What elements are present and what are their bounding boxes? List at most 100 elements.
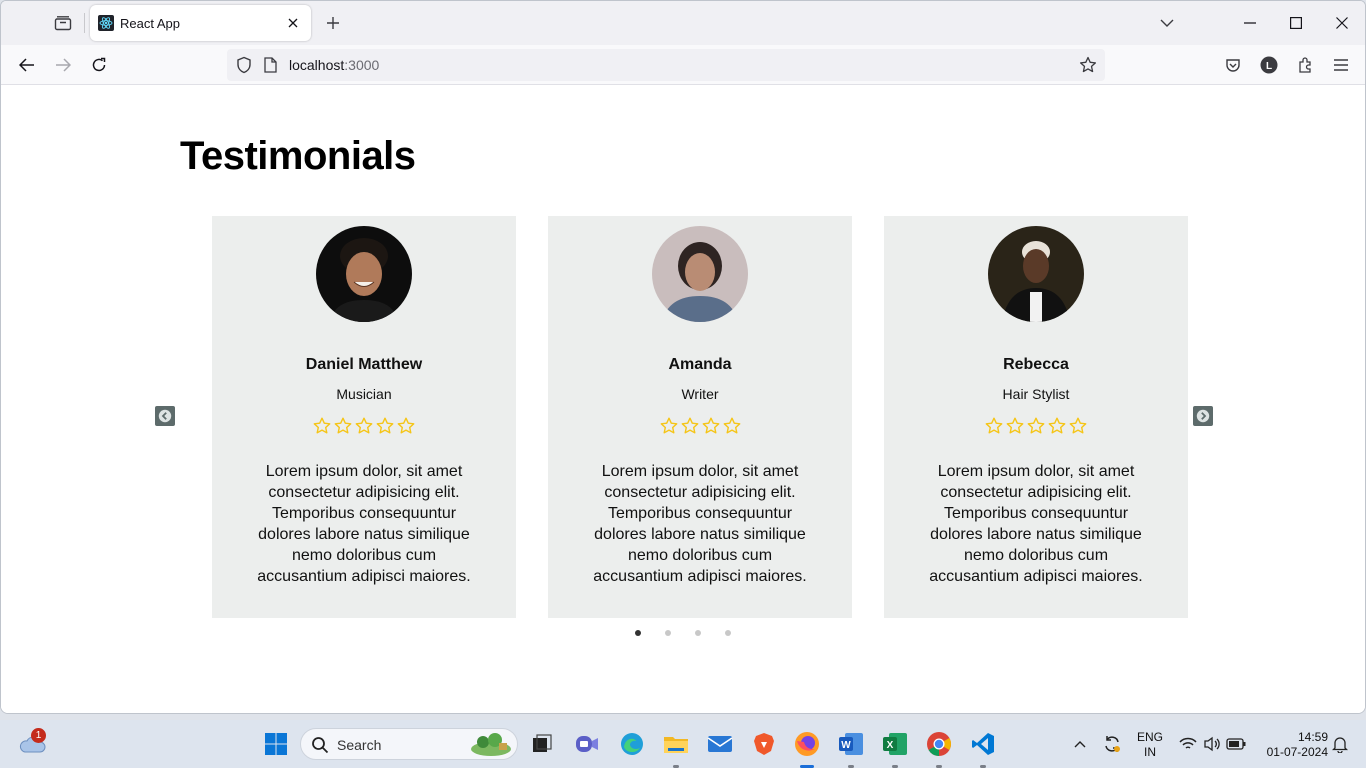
carousel-dot[interactable]: [665, 630, 671, 636]
extensions-icon[interactable]: [1291, 51, 1319, 79]
star-icon: [1069, 417, 1087, 434]
teams-meet-icon[interactable]: [571, 728, 603, 760]
testimonial-card: Daniel Matthew Musician Lorem ipsum dolo…: [212, 216, 516, 618]
firefox-icon[interactable]: [791, 728, 823, 760]
avatar: [988, 226, 1084, 322]
star-icon: [313, 417, 331, 434]
carousel-next-arrow[interactable]: [1193, 406, 1213, 426]
star-icon: [334, 417, 352, 434]
brave-browser-icon[interactable]: [748, 728, 780, 760]
star-icon: [1048, 417, 1066, 434]
excel-icon[interactable]: X: [879, 728, 911, 760]
search-label: Search: [337, 737, 382, 753]
windows-start-icon[interactable]: [260, 728, 292, 760]
testimonial-card: Rebecca Hair Stylist Lorem ipsum dolor, …: [884, 216, 1188, 618]
new-tab-button[interactable]: [321, 11, 345, 35]
star-icon: [1027, 417, 1045, 434]
maximize-icon[interactable]: [1282, 9, 1310, 37]
close-window-icon[interactable]: [1328, 9, 1356, 37]
language-code: ENG: [1136, 730, 1163, 744]
url-host: localhost: [289, 57, 345, 73]
tab-bar: React App: [1, 1, 1365, 45]
carousel-dot[interactable]: [635, 630, 641, 636]
react-icon: [98, 15, 114, 31]
mail-icon[interactable]: [704, 728, 736, 760]
reload-icon[interactable]: [85, 51, 113, 79]
firefox-view-icon[interactable]: [51, 11, 75, 35]
edge-browser-icon[interactable]: [616, 728, 648, 760]
search-highlight-icon: [469, 731, 513, 762]
testimonial-text: Lorem ipsum dolor, sit amet consectetur …: [593, 463, 807, 585]
weather-notification-badge: 1: [31, 728, 46, 743]
tab-title: React App: [120, 15, 180, 31]
battery-icon[interactable]: [1220, 728, 1252, 760]
carousel-dot[interactable]: [695, 630, 701, 636]
search-icon: [311, 736, 329, 759]
star-icon: [702, 417, 719, 434]
carousel-prev-arrow[interactable]: [155, 406, 175, 426]
clock-date: 01-07-2024: [1266, 745, 1328, 759]
testimonial-role: Hair Stylist: [1002, 386, 1070, 402]
star-rating: [212, 417, 516, 435]
chevron-left-icon: [158, 409, 172, 423]
testimonial-text: Lorem ipsum dolor, sit amet consectetur …: [929, 463, 1143, 585]
testimonial-name: Daniel Matthew: [305, 356, 423, 373]
chevron-up-icon[interactable]: [1064, 728, 1096, 760]
notification-bell-icon[interactable]: [1324, 728, 1356, 760]
star-icon: [355, 417, 373, 434]
star-icon: [1006, 417, 1024, 434]
chrome-icon[interactable]: [923, 728, 955, 760]
forward-arrow-icon[interactable]: [49, 51, 77, 79]
page-content: Testimonials Daniel Matthew Musician Lor…: [1, 86, 1365, 713]
svg-text:W: W: [841, 740, 851, 751]
file-explorer-icon[interactable]: [660, 728, 692, 760]
tracking-protection-shield-icon[interactable]: [235, 55, 253, 75]
sync-update-icon[interactable]: [1096, 728, 1128, 760]
star-icon: [985, 417, 1003, 434]
testimonial-text: Lorem ipsum dolor, sit amet consectetur …: [257, 463, 471, 585]
testimonial-role: Musician: [336, 386, 392, 402]
input-language[interactable]: ENG IN: [1134, 730, 1166, 760]
address-bar[interactable]: localhost:3000: [227, 49, 1105, 81]
pocket-icon[interactable]: [1219, 51, 1247, 79]
star-rating: [884, 417, 1188, 435]
list-all-tabs-icon[interactable]: [1153, 9, 1181, 37]
url-text[interactable]: localhost:3000: [289, 57, 379, 73]
testimonial-name: Amanda: [668, 356, 732, 373]
tab-separator: [84, 13, 85, 33]
svg-text:L: L: [1266, 61, 1272, 72]
taskbar: Search W X ENG IN 14:59 01-07-2024: [0, 720, 1366, 768]
testimonial-card: Amanda Writer Lorem ipsum dolor, sit ame…: [548, 216, 852, 618]
carousel-dots: [635, 630, 731, 636]
avatar: [652, 226, 748, 322]
bookmark-star-icon[interactable]: [1077, 54, 1099, 76]
account-avatar-icon[interactable]: L: [1255, 51, 1283, 79]
star-rating: [548, 417, 852, 435]
navigation-bar: localhost:3000 L: [1, 45, 1365, 85]
svg-text:X: X: [887, 740, 894, 751]
vscode-icon[interactable]: [967, 728, 999, 760]
close-icon[interactable]: [283, 13, 303, 33]
tab-react-app[interactable]: React App: [90, 5, 311, 41]
avatar: [316, 226, 412, 322]
url-port: :3000: [344, 57, 380, 73]
task-view-icon[interactable]: [526, 728, 558, 760]
browser-window: React App localhost:3000 L Testimonials …: [0, 0, 1366, 714]
testimonial-name: Rebecca: [1003, 356, 1069, 373]
taskbar-search-box[interactable]: Search: [300, 728, 518, 760]
star-icon: [660, 417, 677, 434]
region-code: IN: [1144, 745, 1156, 759]
clock[interactable]: 14:59 01-07-2024: [1256, 730, 1328, 760]
clock-time: 14:59: [1297, 730, 1328, 744]
star-icon: [723, 417, 740, 434]
star-icon: [397, 417, 415, 434]
chevron-right-icon: [1196, 409, 1210, 423]
carousel-dot[interactable]: [725, 630, 731, 636]
star-icon: [376, 417, 394, 434]
word-icon[interactable]: W: [835, 728, 867, 760]
back-arrow-icon[interactable]: [13, 51, 41, 79]
menu-hamburger-icon[interactable]: [1327, 51, 1355, 79]
minimize-icon[interactable]: [1236, 9, 1264, 37]
page-icon[interactable]: [261, 56, 279, 74]
page-title: Testimonials: [180, 134, 416, 178]
